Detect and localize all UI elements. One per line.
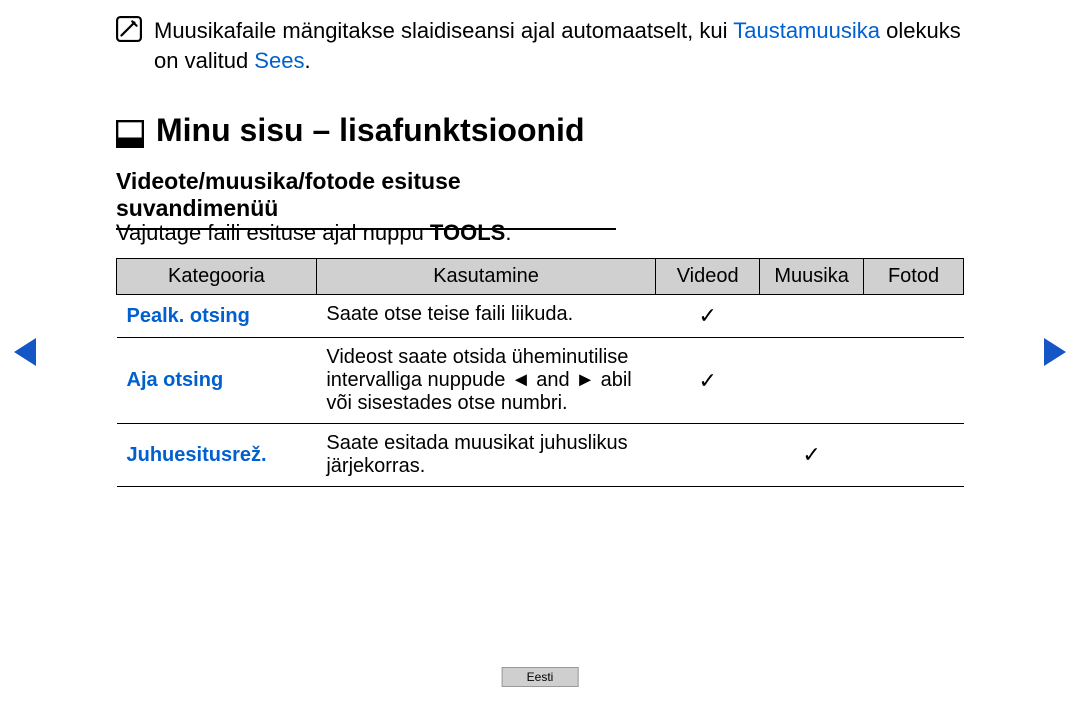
table-row: Aja otsing Videost saate otsida üheminut…	[117, 338, 964, 424]
instr-pre: Vajutage faili esituse ajal nuppu	[116, 220, 430, 245]
cell-usage: Videost saate otsida üheminutilise inter…	[316, 338, 655, 424]
cell-usage: Saate otse teise faili liikuda.	[316, 295, 655, 338]
instruction-text: Vajutage faili esituse ajal nuppu TOOLS.	[116, 220, 511, 246]
note-link-1: Taustamuusika	[733, 18, 880, 43]
nav-next-icon[interactable]	[1044, 338, 1066, 366]
language-badge: Eesti	[502, 667, 579, 687]
cell-videos	[656, 424, 760, 487]
cell-music	[760, 295, 864, 338]
cell-photos	[864, 295, 964, 338]
cell-music	[760, 338, 864, 424]
th-usage: Kasutamine	[316, 259, 655, 295]
instr-key: TOOLS	[430, 220, 505, 245]
note-icon	[116, 16, 142, 42]
cell-videos: ✓	[656, 295, 760, 338]
instr-post: .	[505, 220, 511, 245]
note-pre: Muusikafaile mängitakse slaidiseansi aja…	[154, 18, 733, 43]
table-row: Juhuesitusrež. Saate esitada muusikat ju…	[117, 424, 964, 487]
options-table: Kategooria Kasutamine Videod Muusika Fot…	[116, 258, 964, 487]
th-music: Muusika	[760, 259, 864, 295]
cell-music: ✓	[760, 424, 864, 487]
note-post: .	[304, 48, 310, 73]
note-link-2: Sees	[254, 48, 304, 73]
cell-category: Aja otsing	[117, 338, 317, 424]
cell-photos	[864, 338, 964, 424]
section-title: Minu sisu – lisafunktsioonid	[156, 112, 584, 149]
cell-usage: Saate esitada muusikat juhuslikus järjek…	[316, 424, 655, 487]
cell-photos	[864, 424, 964, 487]
section-icon	[116, 120, 144, 148]
table-row: Pealk. otsing Saate otse teise faili lii…	[117, 295, 964, 338]
th-photos: Fotod	[864, 259, 964, 295]
cell-videos: ✓	[656, 338, 760, 424]
cell-category: Pealk. otsing	[117, 295, 317, 338]
note-block: Muusikafaile mängitakse slaidiseansi aja…	[116, 16, 990, 76]
th-category: Kategooria	[117, 259, 317, 295]
note-text: Muusikafaile mängitakse slaidiseansi aja…	[154, 16, 990, 76]
th-videos: Videod	[656, 259, 760, 295]
table-header-row: Kategooria Kasutamine Videod Muusika Fot…	[117, 259, 964, 295]
cell-category: Juhuesitusrež.	[117, 424, 317, 487]
page: Muusikafaile mängitakse slaidiseansi aja…	[0, 0, 1080, 705]
nav-prev-icon[interactable]	[14, 338, 36, 366]
